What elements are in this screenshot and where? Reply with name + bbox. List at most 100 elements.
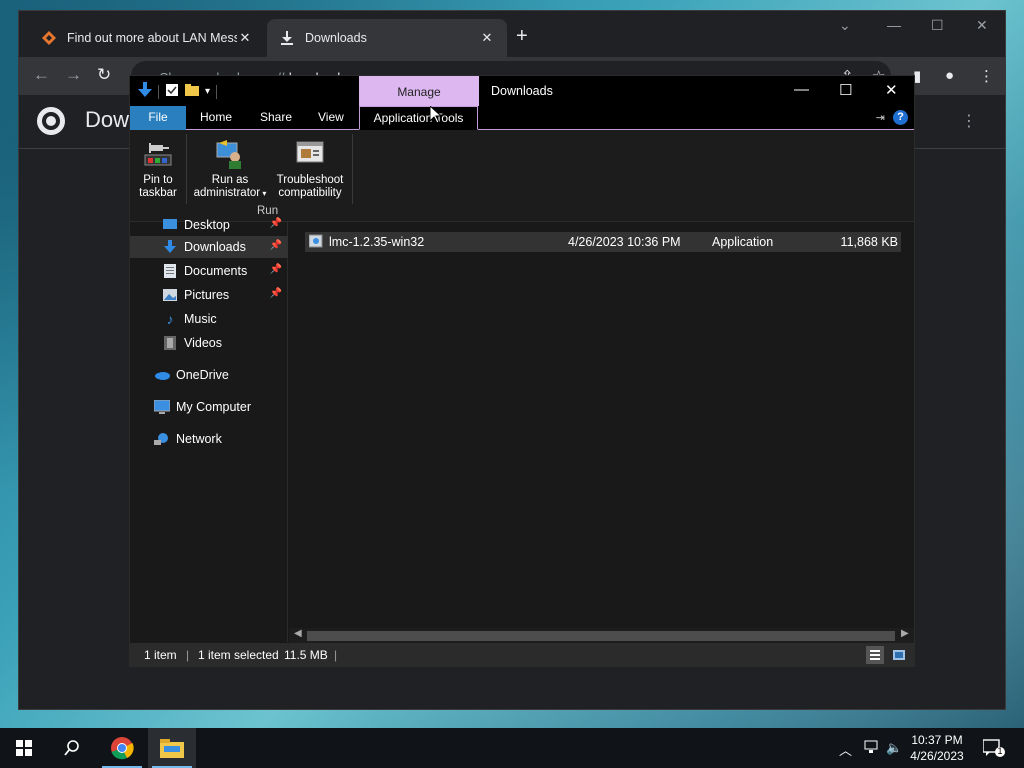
forward-arrow-icon[interactable]: → (65, 65, 82, 85)
new-folder-icon[interactable] (185, 83, 199, 100)
show-hidden-icons-chevron-icon[interactable]: ︿ (839, 740, 852, 759)
chrome-tab-strip: Find out more about LAN Messe ✕ Download… (19, 11, 1005, 57)
minimize-icon[interactable]: — (794, 81, 809, 98)
lan-messenger-favicon-icon (41, 30, 57, 46)
explorer-title-bar: ▾ Manage Downloads — ☐ ✕ (130, 76, 914, 106)
troubleshoot-label-line1: Troubleshoot (276, 174, 344, 186)
computer-icon (154, 399, 170, 415)
quick-access-toolbar: ▾ (138, 82, 218, 101)
downloads-arrow-icon (138, 82, 152, 101)
nav-label: Pictures (184, 288, 230, 302)
videos-icon (162, 335, 178, 351)
taskbar: ︿ 🔈 10:37 PM 4/26/2023 1 (0, 728, 1024, 768)
search-button[interactable] (48, 728, 96, 768)
nav-item-my-computer[interactable]: My Computer (130, 396, 288, 418)
start-button[interactable] (0, 728, 48, 768)
scroll-right-arrow-icon[interactable]: ▶ (901, 628, 909, 639)
nav-label: My Computer (176, 400, 252, 414)
nav-label: OneDrive (176, 368, 229, 382)
profile-icon[interactable]: ● (945, 67, 954, 84)
file-type: Application (712, 235, 774, 249)
nav-label: Network (176, 432, 222, 446)
status-bar: 1 item | 1 item selected 11.5 MB | (130, 643, 914, 667)
close-window-icon[interactable]: ✕ (976, 17, 988, 34)
pin-ribbon-icon[interactable]: ⇥ (876, 111, 885, 124)
downloads-icon (162, 239, 178, 255)
pictures-icon (162, 287, 178, 303)
file-date: 4/26/2023 10:36 PM (568, 235, 681, 249)
scroll-left-arrow-icon[interactable]: ◀ (294, 628, 302, 639)
close-icon[interactable]: ✕ (479, 30, 495, 46)
scrollbar-thumb[interactable] (307, 631, 895, 641)
new-tab-plus-icon[interactable]: + (516, 25, 528, 48)
help-icon[interactable]: ? (893, 110, 908, 125)
minimize-icon[interactable]: — (887, 17, 901, 33)
music-icon: ♪ (166, 311, 174, 327)
maximize-icon[interactable]: ☐ (839, 81, 852, 99)
dropdown-chevron-icon[interactable]: ▾ (260, 189, 266, 198)
pin-to-taskbar-button[interactable]: Pin to taskbar (136, 138, 180, 200)
customize-qat-chevron-icon[interactable]: ▾ (205, 86, 210, 97)
tab-search-chevron-icon[interactable]: ⌄ (839, 17, 851, 34)
file-explorer-icon (160, 739, 184, 758)
chrome-icon (111, 737, 134, 760)
tab-application-tools[interactable]: Application Tools (359, 106, 478, 130)
status-item-count: 1 item (144, 648, 177, 662)
taskbar-clock[interactable]: 10:37 PM 4/26/2023 (906, 732, 968, 764)
taskbar-chrome[interactable] (98, 728, 146, 768)
windows-logo-icon (16, 740, 32, 756)
close-icon[interactable]: ✕ (237, 30, 253, 46)
maximize-icon[interactable]: ☐ (931, 17, 944, 34)
file-explorer-window: ▾ Manage Downloads — ☐ ✕ File Home Share… (129, 75, 915, 667)
nav-item-downloads[interactable]: Downloads 📌 (130, 236, 288, 258)
horizontal-scrollbar[interactable]: ◀ ▶ (289, 628, 914, 643)
nav-label: Music (184, 312, 217, 326)
action-center-button[interactable]: 1 (982, 739, 1005, 760)
file-size: 11,868 KB (840, 235, 898, 249)
nav-label: Videos (184, 336, 222, 350)
search-icon (64, 740, 79, 756)
application-exe-icon (308, 234, 323, 251)
volume-icon[interactable]: 🔈 (886, 740, 902, 756)
network-icon (154, 431, 170, 447)
download-icon (279, 30, 295, 46)
nav-label: Desktop (184, 218, 230, 232)
clock-time: 10:37 PM (911, 733, 963, 747)
chrome-logo-icon (37, 107, 65, 135)
onedrive-cloud-icon (154, 367, 170, 383)
pin-to-taskbar-icon (142, 138, 174, 170)
tab-file[interactable]: File (130, 106, 186, 130)
nav-item-desktop[interactable]: Desktop 📌 (130, 214, 288, 236)
tab-downloads[interactable]: Downloads ✕ (267, 19, 507, 57)
file-row-lmc[interactable]: lmc-1.2.35-win32 4/26/2023 10:36 PM Appl… (305, 232, 901, 252)
tab-label: Find out more about LAN Messe (67, 31, 237, 45)
reload-icon[interactable]: ↻ (97, 65, 111, 85)
nav-item-onedrive[interactable]: OneDrive (130, 364, 288, 386)
taskbar-file-explorer[interactable] (148, 728, 196, 768)
nav-item-documents[interactable]: Documents 📌 (130, 260, 288, 282)
nav-item-network[interactable]: Network (130, 428, 288, 450)
nav-label: Downloads (184, 240, 246, 254)
tab-lan-messenger[interactable]: Find out more about LAN Messe ✕ (29, 19, 265, 57)
properties-icon[interactable] (165, 83, 179, 100)
close-window-icon[interactable]: ✕ (885, 81, 898, 99)
large-icons-view-icon[interactable] (890, 646, 908, 664)
troubleshoot-icon (294, 138, 326, 170)
run-admin-label-line1: Run as (211, 174, 249, 186)
nav-item-music[interactable]: ♪ Music (130, 308, 288, 330)
back-arrow-icon[interactable]: ← (33, 65, 50, 85)
tab-home[interactable]: Home (188, 106, 244, 130)
nav-item-pictures[interactable]: Pictures 📌 (130, 284, 288, 306)
documents-icon (162, 263, 178, 279)
run-as-administrator-button[interactable]: Run as administrator ▾ (192, 138, 268, 200)
chrome-menu-icon[interactable]: ⋮ (979, 67, 994, 85)
nav-label: Documents (184, 264, 248, 278)
tab-view[interactable]: View (306, 106, 356, 130)
page-menu-icon[interactable]: ⋮ (961, 111, 977, 131)
details-view-icon[interactable] (866, 646, 884, 664)
nav-item-videos[interactable]: Videos (130, 332, 288, 354)
network-tray-icon[interactable] (864, 740, 878, 757)
status-size: 11.5 MB (284, 648, 328, 662)
tab-share[interactable]: Share (248, 106, 304, 130)
troubleshoot-compatibility-button[interactable]: Troubleshoot compatibility (272, 138, 348, 200)
